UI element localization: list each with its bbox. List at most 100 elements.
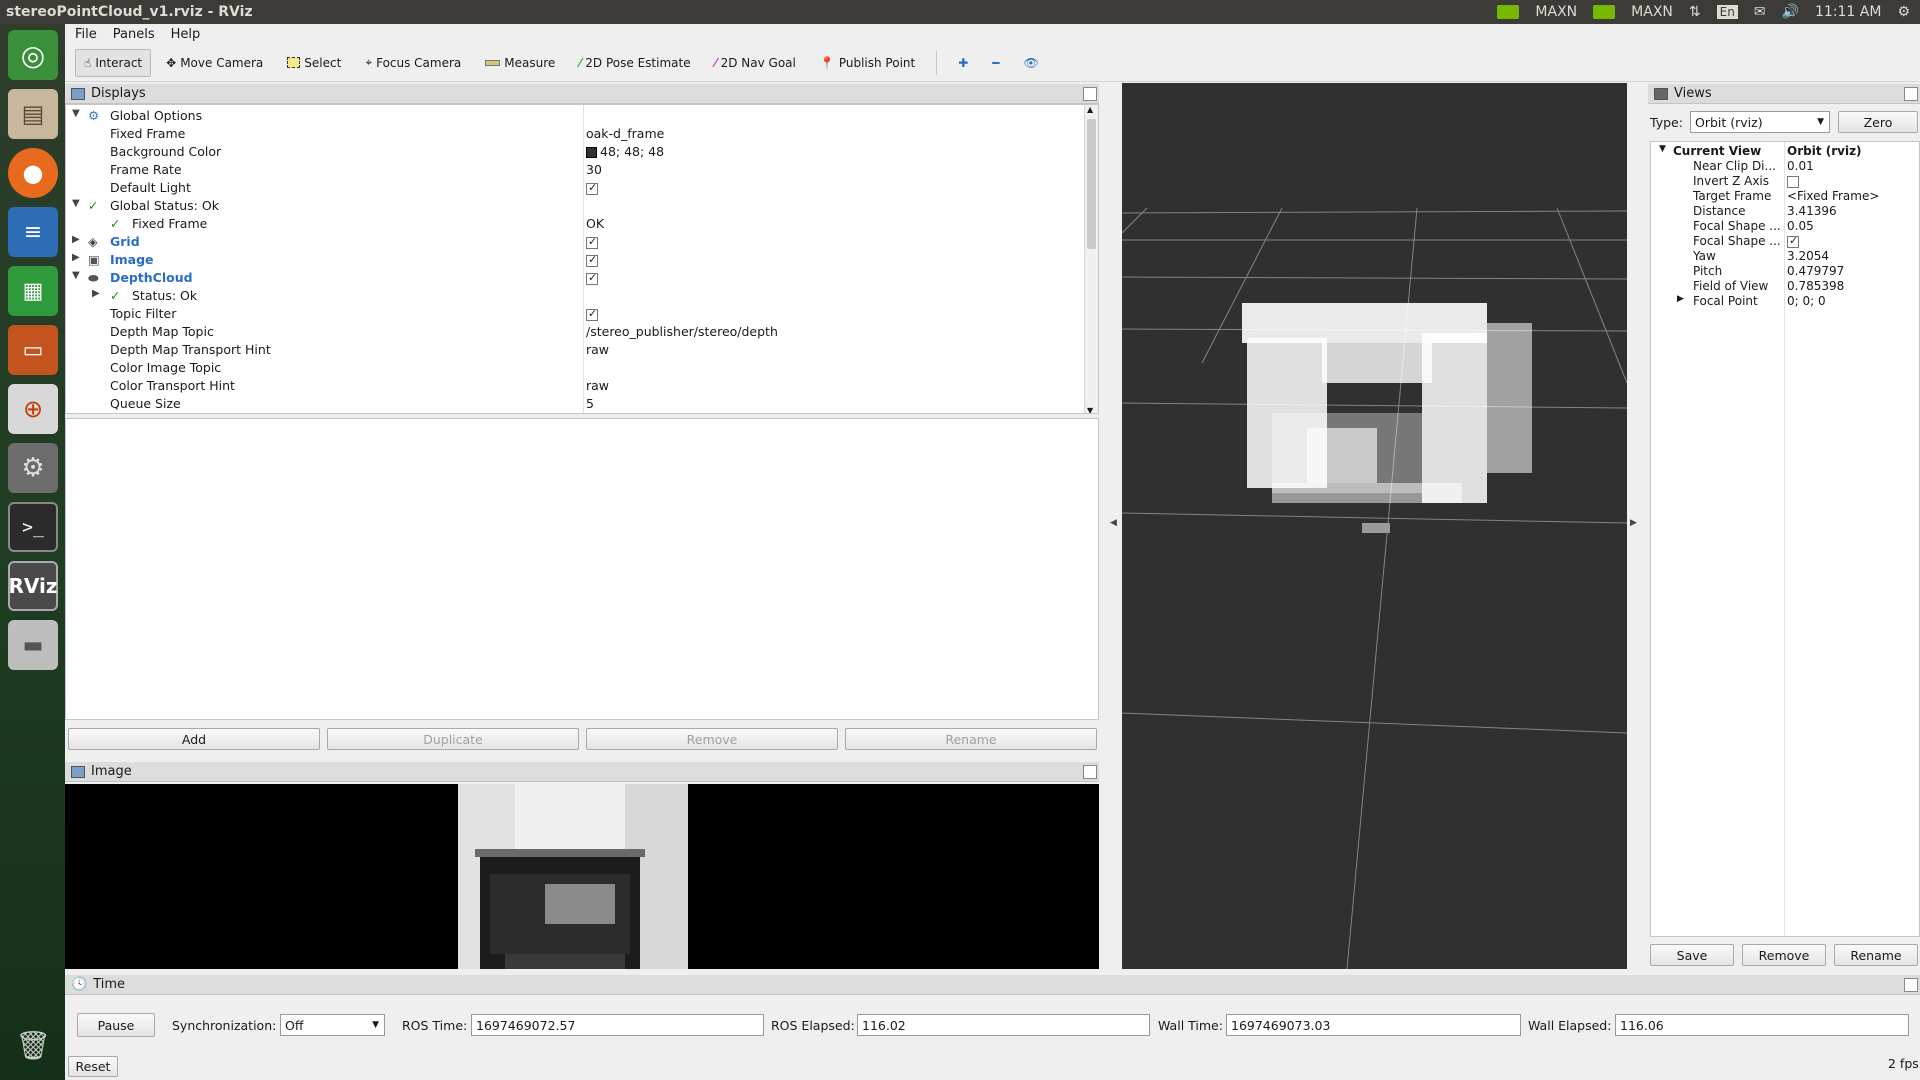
panel-close-checkbox[interactable]: [1083, 764, 1097, 779]
scroll-down-icon[interactable]: ▼: [1087, 406, 1093, 413]
terminal-icon[interactable]: >_: [8, 502, 58, 552]
select-tool-button[interactable]: Select: [278, 49, 350, 77]
calc-icon[interactable]: ▦: [8, 266, 58, 316]
zero-view-button[interactable]: Zero: [1838, 111, 1918, 133]
gear-icon[interactable]: ⚙: [1897, 4, 1910, 20]
firefox-icon[interactable]: ●: [8, 148, 58, 198]
network-icon[interactable]: ⇅: [1689, 4, 1701, 20]
background-color-value[interactable]: 48; 48; 48: [586, 144, 664, 159]
tree-row[interactable]: Frame Rate 30: [66, 161, 1084, 179]
rename-display-button[interactable]: Rename: [845, 728, 1097, 750]
tree-row[interactable]: Field of View 0.785398: [1651, 279, 1919, 294]
ros-elapsed-field[interactable]: 116.02: [857, 1014, 1150, 1036]
focus-camera-tool-button[interactable]: ⌖ Focus Camera: [356, 49, 470, 77]
writer-icon[interactable]: ≡: [8, 207, 58, 257]
fixed-frame-value[interactable]: oak-d_frame: [586, 126, 664, 141]
rviz-icon[interactable]: RViz: [8, 561, 58, 611]
pause-button[interactable]: Pause: [77, 1013, 155, 1037]
tree-row[interactable]: Focal Shape ...: [1651, 234, 1919, 249]
software-center-icon[interactable]: ⊕: [8, 384, 58, 434]
drive-icon[interactable]: ▬: [8, 620, 58, 670]
ros-time-field[interactable]: 1697469072.57: [471, 1014, 764, 1036]
tree-row[interactable]: ▼ ⬬ DepthCloud: [66, 269, 1084, 287]
depth-map-topic-value[interactable]: /stereo_publisher/stereo/depth: [586, 324, 778, 339]
frame-rate-value[interactable]: 30: [586, 162, 602, 177]
mail-icon[interactable]: ✉: [1754, 4, 1766, 20]
displays-scrollbar[interactable]: ▲ ▼: [1084, 105, 1098, 413]
impress-icon[interactable]: ▭: [8, 325, 58, 375]
wall-time-field[interactable]: 1697469073.03: [1226, 1014, 1521, 1036]
rename-view-button[interactable]: Rename: [1834, 944, 1918, 966]
image-enable-checkbox[interactable]: [586, 253, 598, 267]
tree-row[interactable]: ▶ Focal Point 0; 0; 0: [1651, 294, 1919, 309]
ubuntu-dash-icon[interactable]: ◎: [8, 30, 58, 80]
scroll-up-icon[interactable]: ▲: [1087, 105, 1093, 114]
reset-button[interactable]: Reset: [68, 1056, 118, 1077]
menu-panels[interactable]: Panels: [113, 27, 155, 42]
remove-display-button[interactable]: Remove: [586, 728, 838, 750]
tree-row[interactable]: Background Color 48; 48; 48: [66, 143, 1084, 161]
save-view-button[interactable]: Save: [1650, 944, 1734, 966]
tree-row[interactable]: Color Image Topic: [66, 359, 1084, 377]
tree-row[interactable]: Pitch 0.479797: [1651, 264, 1919, 279]
panel-close-checkbox[interactable]: [1083, 86, 1097, 101]
files-icon[interactable]: ▤: [8, 89, 58, 139]
wall-elapsed-field[interactable]: 116.06: [1615, 1014, 1909, 1036]
queue-size-value[interactable]: 5: [586, 396, 594, 411]
nvidia-icon[interactable]: [1497, 5, 1520, 19]
nav-goal-tool-button[interactable]: ⁄ 2D Nav Goal: [706, 49, 805, 77]
tree-row[interactable]: Queue Size 5: [66, 395, 1084, 413]
power-mode-indicator-2[interactable]: MAXN: [1631, 4, 1673, 20]
menu-file[interactable]: File: [75, 27, 97, 42]
trash-icon[interactable]: 🗑: [8, 1020, 58, 1070]
collapse-arrow-icon[interactable]: ▶: [72, 252, 80, 263]
measure-tool-button[interactable]: Measure: [476, 49, 564, 77]
tree-row[interactable]: Depth Map Transport Hint raw: [66, 341, 1084, 359]
expand-arrow-icon[interactable]: ▼: [72, 270, 80, 281]
move-camera-tool-button[interactable]: ✥ Move Camera: [157, 49, 272, 77]
tree-row[interactable]: Distance 3.41396: [1651, 204, 1919, 219]
remove-tool-button[interactable]: ━: [983, 49, 1008, 77]
pose-estimate-tool-button[interactable]: ⁄ 2D Pose Estimate: [570, 49, 699, 77]
depth-transport-value[interactable]: raw: [586, 342, 609, 357]
settings-icon[interactable]: ⚙: [8, 443, 58, 493]
color-transport-value[interactable]: raw: [586, 378, 609, 393]
tree-row[interactable]: Yaw 3.2054: [1651, 249, 1919, 264]
duplicate-display-button[interactable]: Duplicate: [327, 728, 579, 750]
add-tool-button[interactable]: ✚: [949, 49, 977, 77]
panel-close-checkbox[interactable]: [1904, 977, 1918, 992]
collapse-arrow-icon[interactable]: ▶: [72, 234, 80, 245]
expand-arrow-icon[interactable]: ▼: [1659, 144, 1666, 154]
tree-row[interactable]: ▶ ◈ Grid: [66, 233, 1084, 251]
camera-type-button[interactable]: 👁: [1015, 49, 1048, 77]
tree-row[interactable]: ▼ Current View Orbit (rviz): [1651, 144, 1919, 159]
tree-row[interactable]: ▶ ✓ Status: Ok: [66, 287, 1084, 305]
nvidia-icon[interactable]: [1593, 5, 1616, 19]
tree-row[interactable]: Default Light: [66, 179, 1084, 197]
tree-row[interactable]: ▼ ✓ Global Status: Ok: [66, 197, 1084, 215]
view-type-dropdown[interactable]: Orbit (rviz) ▼: [1690, 111, 1830, 133]
add-display-button[interactable]: Add: [68, 728, 320, 750]
tree-row[interactable]: Depth Map Topic /stereo_publisher/stereo…: [66, 323, 1084, 341]
interact-tool-button[interactable]: ☝ Interact: [75, 48, 152, 77]
expand-arrow-icon[interactable]: ▼: [72, 198, 80, 209]
tree-row[interactable]: ▼ ⚙ Global Options: [66, 107, 1084, 125]
scrollbar-thumb[interactable]: [1087, 119, 1096, 249]
tree-row[interactable]: ▶ ▣ Image: [66, 251, 1084, 269]
menu-help[interactable]: Help: [171, 27, 201, 42]
tree-row[interactable]: Fixed Frame oak-d_frame: [66, 125, 1084, 143]
power-mode-indicator-1[interactable]: MAXN: [1535, 4, 1577, 20]
left-splitter-handle[interactable]: ◀: [1110, 518, 1117, 528]
right-splitter-handle[interactable]: ▶: [1630, 518, 1637, 528]
tree-row[interactable]: Invert Z Axis: [1651, 174, 1919, 189]
depthcloud-enable-checkbox[interactable]: [586, 271, 598, 285]
tree-row[interactable]: Focal Shape ... 0.05: [1651, 219, 1919, 234]
collapse-arrow-icon[interactable]: ▶: [1677, 294, 1684, 304]
tree-row[interactable]: Near Clip Di... 0.01: [1651, 159, 1919, 174]
remove-view-button[interactable]: Remove: [1742, 944, 1826, 966]
publish-point-tool-button[interactable]: 📍 Publish Point: [811, 49, 924, 77]
collapse-arrow-icon[interactable]: ▶: [92, 288, 100, 299]
keyboard-language-indicator[interactable]: En: [1716, 5, 1738, 19]
volume-icon[interactable]: 🔊: [1782, 4, 1799, 20]
tree-row[interactable]: Color Transport Hint raw: [66, 377, 1084, 395]
